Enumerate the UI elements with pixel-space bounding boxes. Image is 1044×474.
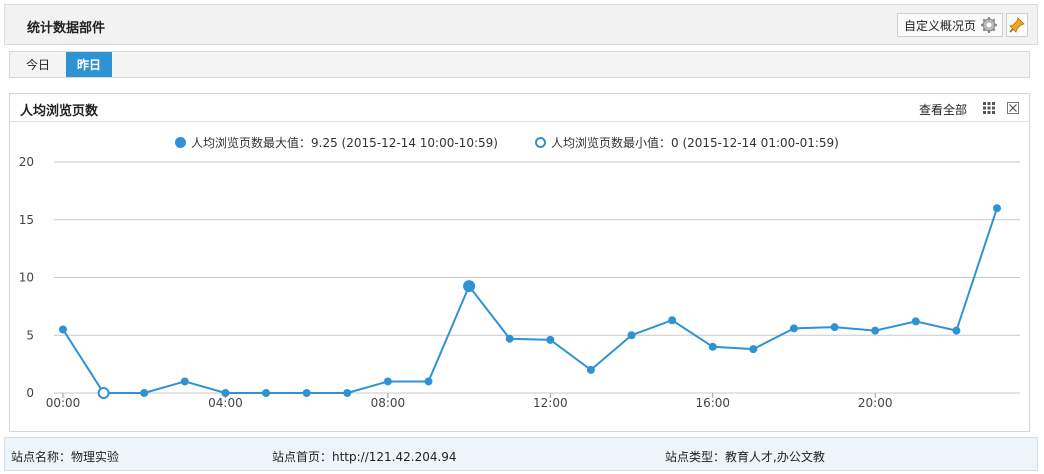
tab-yesterday[interactable]: 昨日: [66, 52, 112, 77]
pin-icon: [1009, 17, 1025, 33]
data-point: [871, 326, 880, 335]
pin-button[interactable]: [1006, 13, 1028, 37]
data-point: [343, 389, 352, 397]
data-point: [424, 377, 433, 386]
site-home: 站点首页：http://121.42.204.94: [272, 450, 457, 464]
x-tick-label: 04:00: [208, 396, 243, 410]
data-point: [668, 316, 677, 325]
data-point: [302, 389, 311, 397]
date-tabs: 今日 昨日: [9, 51, 1030, 78]
line-chart: 0 5 10 15 20 00:00 04:00 08:00 12:00 16:00 20:00: [19, 155, 1020, 410]
y-tick-label: 5: [26, 328, 34, 342]
series-line: [62, 207, 998, 394]
data-point: [505, 334, 514, 343]
data-point: [383, 377, 392, 386]
data-point: [59, 325, 67, 334]
site-name: 站点名称：物理实验: [11, 450, 120, 464]
x-tick-label: 00:00: [46, 396, 81, 410]
customize-overview-button[interactable]: 自定义概况页: [896, 13, 1003, 37]
data-point: [546, 335, 555, 344]
y-tick-label: 20: [19, 155, 34, 169]
data-point: [911, 317, 920, 326]
gear-icon: [981, 17, 997, 33]
x-tick-label: 20:00: [858, 396, 893, 410]
chart-panel: 人均浏览页数 查看全部 人均浏览页数最大值：9.25 (2015-12-14 1…: [9, 93, 1030, 432]
y-tick-label: 10: [19, 271, 34, 285]
data-point: [708, 342, 717, 351]
max-point: [463, 280, 476, 293]
data-point: [749, 345, 758, 354]
widget-title: 统计数据部件: [27, 21, 106, 36]
data-point: [830, 323, 839, 332]
data-point: [952, 326, 961, 335]
x-tick-label: 08:00: [371, 396, 406, 410]
data-point: [221, 389, 230, 397]
site-info-footer: 站点名称：物理实验 站点首页：http://121.42.204.94 站点类型…: [4, 437, 1038, 471]
y-tick-label: 15: [19, 213, 34, 227]
site-type: 站点类型：教育人才,办公文教: [665, 450, 825, 464]
tab-today[interactable]: 今日: [10, 52, 66, 77]
data-point: [789, 324, 798, 333]
data-point: [140, 389, 149, 397]
data-point: [180, 377, 189, 386]
data-point: [586, 365, 595, 374]
x-tick-label: 12:00: [533, 396, 568, 410]
min-point: [97, 387, 110, 399]
y-tick-label: 0: [26, 386, 34, 400]
data-point: [993, 204, 1001, 213]
data-point: [262, 389, 271, 397]
customize-overview-label: 自定义概况页: [903, 18, 976, 33]
data-point: [627, 331, 636, 340]
x-tick-label: 16:00: [695, 396, 730, 410]
widget-header: 统计数据部件 自定义概况页: [4, 4, 1038, 45]
